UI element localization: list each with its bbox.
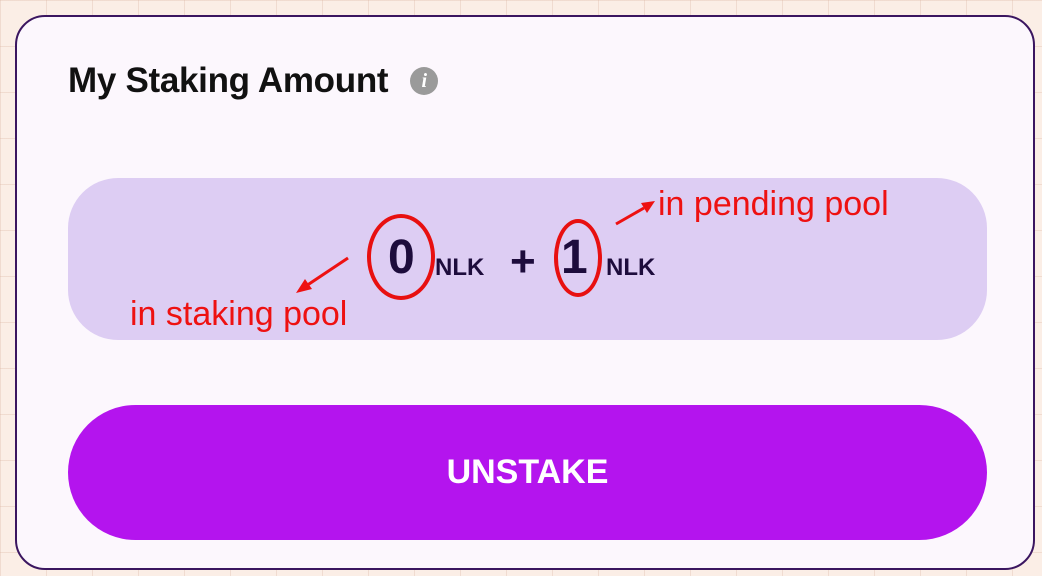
plus-sign: + — [510, 237, 536, 286]
staking-pool-annotation: in staking pool — [130, 295, 348, 333]
staking-card: My Staking Amount i UNSTAKE — [15, 15, 1035, 570]
info-icon[interactable]: i — [410, 67, 439, 95]
unstake-button[interactable]: UNSTAKE — [68, 405, 987, 540]
pending-pool-annotation: in pending pool — [658, 185, 889, 223]
card-title: My Staking Amount — [68, 61, 389, 100]
card-header: My Staking Amount i — [68, 61, 439, 101]
pending-pool-unit: NLK — [606, 254, 656, 281]
staking-pool-highlight — [367, 214, 435, 300]
staking-pool-unit: NLK — [435, 254, 485, 281]
pending-pool-highlight — [554, 219, 602, 297]
